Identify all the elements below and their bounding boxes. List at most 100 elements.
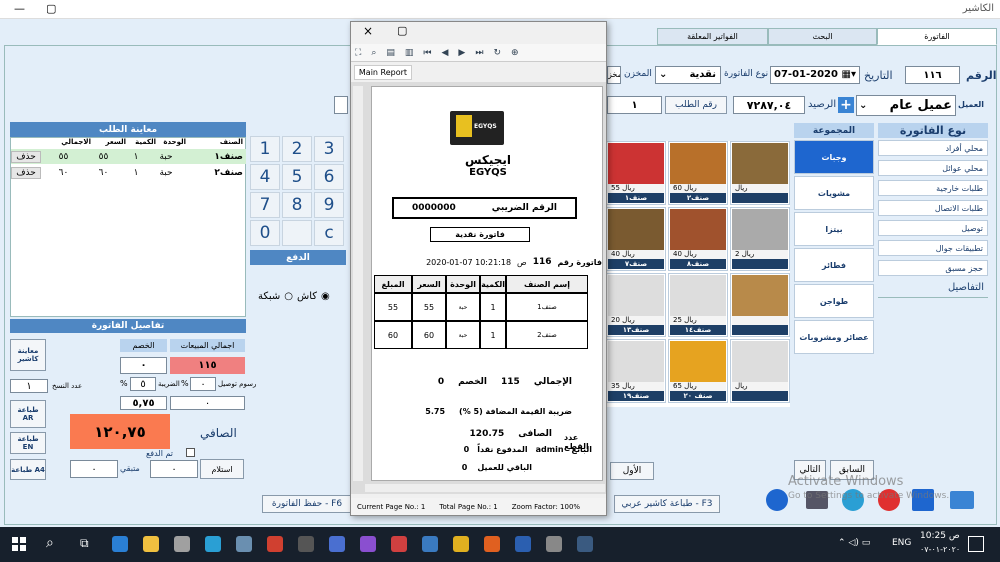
date-picker[interactable]: 07-01-2020 ▦▾ xyxy=(770,66,860,84)
paid-checkbox[interactable] xyxy=(186,448,195,457)
details-link[interactable]: التفاصيل xyxy=(878,282,988,298)
invoice-type-select[interactable]: نقدية ⌄ xyxy=(655,66,721,84)
group-pastries[interactable]: فطائر xyxy=(794,248,874,282)
customer-select[interactable]: عميل عام ⌄ xyxy=(856,95,956,116)
group-tagines[interactable]: طواجن xyxy=(794,284,874,318)
product-tile[interactable]: ريال 2 xyxy=(730,207,790,271)
print-ar-button[interactable]: طباعة AR xyxy=(10,400,46,428)
zoom-icon[interactable]: ⊕ xyxy=(511,48,519,58)
discount-field[interactable]: ٠ xyxy=(120,357,167,374)
invoice-number-field[interactable]: ١١٦ xyxy=(905,66,960,84)
key-6[interactable]: 6 xyxy=(314,164,344,190)
refresh-icon[interactable]: ↻ xyxy=(493,48,501,58)
notifications-icon[interactable] xyxy=(968,536,984,552)
export-icon[interactable]: ▥ xyxy=(405,48,414,58)
calendar-icon[interactable]: ▦▾ xyxy=(842,67,856,83)
product-tile[interactable]: ريال 35 صنف١٩ xyxy=(606,339,666,403)
product-tile[interactable]: ريال 60 صنف٢ xyxy=(668,141,728,205)
group-juices[interactable]: عصائر ومشروبات xyxy=(794,320,874,354)
product-tile[interactable]: ريال 40 صنف٨ xyxy=(668,207,728,271)
chrome-icon[interactable] xyxy=(453,536,469,552)
key-blank[interactable] xyxy=(282,220,312,246)
table-row[interactable]: صنف١ حبة ١ ٥٥ ٥٥ حذف xyxy=(11,149,246,164)
type-mobile-apps[interactable]: تطبيقات جوال xyxy=(878,240,988,256)
delete-row-button[interactable]: حذف xyxy=(11,150,41,163)
vertical-scrollbar[interactable] xyxy=(353,86,363,481)
type-delivery[interactable]: توصيل xyxy=(878,220,988,236)
search-box[interactable] xyxy=(334,96,348,114)
maximize-icon[interactable]: ▢ xyxy=(397,24,407,37)
word-icon[interactable] xyxy=(515,536,531,552)
delivery-field[interactable]: ٠ xyxy=(190,377,216,391)
preview-cashier-button[interactable]: معاينة كاشير xyxy=(10,339,46,371)
delete-row-button[interactable]: حذف xyxy=(11,166,41,179)
product-tile[interactable] xyxy=(730,273,790,337)
key-4[interactable]: 4 xyxy=(250,164,280,190)
key-clear[interactable]: c xyxy=(314,220,344,246)
tab-suspended[interactable]: الفواتير المعلقة xyxy=(657,28,768,45)
order-number-field[interactable]: ١ xyxy=(607,96,662,114)
key-7[interactable]: 7 xyxy=(250,192,280,218)
firefox-icon[interactable] xyxy=(484,536,500,552)
app-6-icon[interactable] xyxy=(391,536,407,552)
start-icon[interactable] xyxy=(12,537,26,551)
app-1-icon[interactable] xyxy=(174,536,190,552)
clock-time[interactable]: 10:25 ص xyxy=(920,531,960,541)
tax-pct-field[interactable]: ٥ xyxy=(130,377,156,391)
tab-search[interactable]: البحث xyxy=(768,28,877,45)
pay-button[interactable]: الدفع xyxy=(250,250,346,265)
product-tile[interactable]: ريال xyxy=(730,141,790,205)
power-icon[interactable] xyxy=(766,489,788,511)
type-call-orders[interactable]: طلبات الاتصال xyxy=(878,200,988,216)
clock-date[interactable]: ٢٠٢٠-٠١-٠٧ xyxy=(920,545,960,554)
store-select[interactable]: المخز xyxy=(607,66,621,84)
cash-radio[interactable]: ◉ xyxy=(321,291,330,302)
tray-icons[interactable]: ⌃ ◁) ▭ xyxy=(838,538,870,548)
order-number-button[interactable]: رقم الطلب xyxy=(665,96,727,114)
copies-stepper[interactable]: ١ xyxy=(10,379,48,393)
group-grills[interactable]: مشويات xyxy=(794,176,874,210)
product-tile[interactable]: ريال 25 صنف١٤ xyxy=(668,273,728,337)
app-active-icon[interactable] xyxy=(577,536,593,552)
key-9[interactable]: 9 xyxy=(314,192,344,218)
product-tile[interactable]: ريال 65 صنف ٢٠ xyxy=(668,339,728,403)
group-meals[interactable]: وجبات xyxy=(794,140,874,174)
type-external[interactable]: طلبات خارجية xyxy=(878,180,988,196)
app-7-icon[interactable] xyxy=(422,536,438,552)
received-field[interactable]: ٠ xyxy=(150,460,198,478)
prev-page-icon[interactable]: ◀ xyxy=(442,48,449,58)
last-page-icon[interactable]: ⏭ xyxy=(475,48,483,58)
app-3-icon[interactable] xyxy=(236,536,252,552)
app-5-icon[interactable] xyxy=(329,536,345,552)
key-8[interactable]: 8 xyxy=(282,192,312,218)
calculator-icon[interactable] xyxy=(298,536,314,552)
app-4-icon[interactable] xyxy=(267,536,283,552)
print-en-button[interactable]: طباعة EN xyxy=(10,432,46,454)
app-8-icon[interactable] xyxy=(546,536,562,552)
key-1[interactable]: 1 xyxy=(250,136,280,162)
horizontal-scrollbar[interactable] xyxy=(365,484,605,492)
first-page-icon[interactable]: ⏮ xyxy=(423,48,431,58)
search-icon[interactable]: ⌕ xyxy=(371,48,376,58)
print-cashier-f3-button[interactable]: طباعة كاشير عربي - F3 xyxy=(614,495,720,513)
tree-icon[interactable]: ⛶ xyxy=(355,48,361,58)
save-invoice-f6-button[interactable]: حفظ الفاتورة - F6 xyxy=(262,495,352,513)
key-0[interactable]: 0 xyxy=(250,220,280,246)
app-2-icon[interactable] xyxy=(205,536,221,552)
tab-invoice[interactable]: الفاتورة xyxy=(877,28,997,45)
language-indicator[interactable]: ENG xyxy=(892,538,911,548)
table-row[interactable]: صنف٢ حبة ١ ٦٠ ٦٠ حذف xyxy=(11,165,246,180)
key-5[interactable]: 5 xyxy=(282,164,312,190)
key-3[interactable]: 3 xyxy=(314,136,344,162)
print-icon[interactable]: ▤ xyxy=(386,48,395,58)
print-a4-button[interactable]: طباعة A4 xyxy=(10,459,46,480)
product-tile[interactable]: ريال 20 صنف١٣ xyxy=(606,273,666,337)
product-tile[interactable]: ريال 40 صنف٧ xyxy=(606,207,666,271)
key-2[interactable]: 2 xyxy=(282,136,312,162)
minimize-button[interactable]: — xyxy=(14,2,25,15)
search-icon[interactable]: ⌕ xyxy=(46,535,54,551)
main-report-tab[interactable]: Main Report xyxy=(354,65,412,80)
maximize-button[interactable]: ▢ xyxy=(46,2,56,15)
open-folder-icon[interactable] xyxy=(950,491,974,509)
close-icon[interactable]: × xyxy=(363,24,373,38)
